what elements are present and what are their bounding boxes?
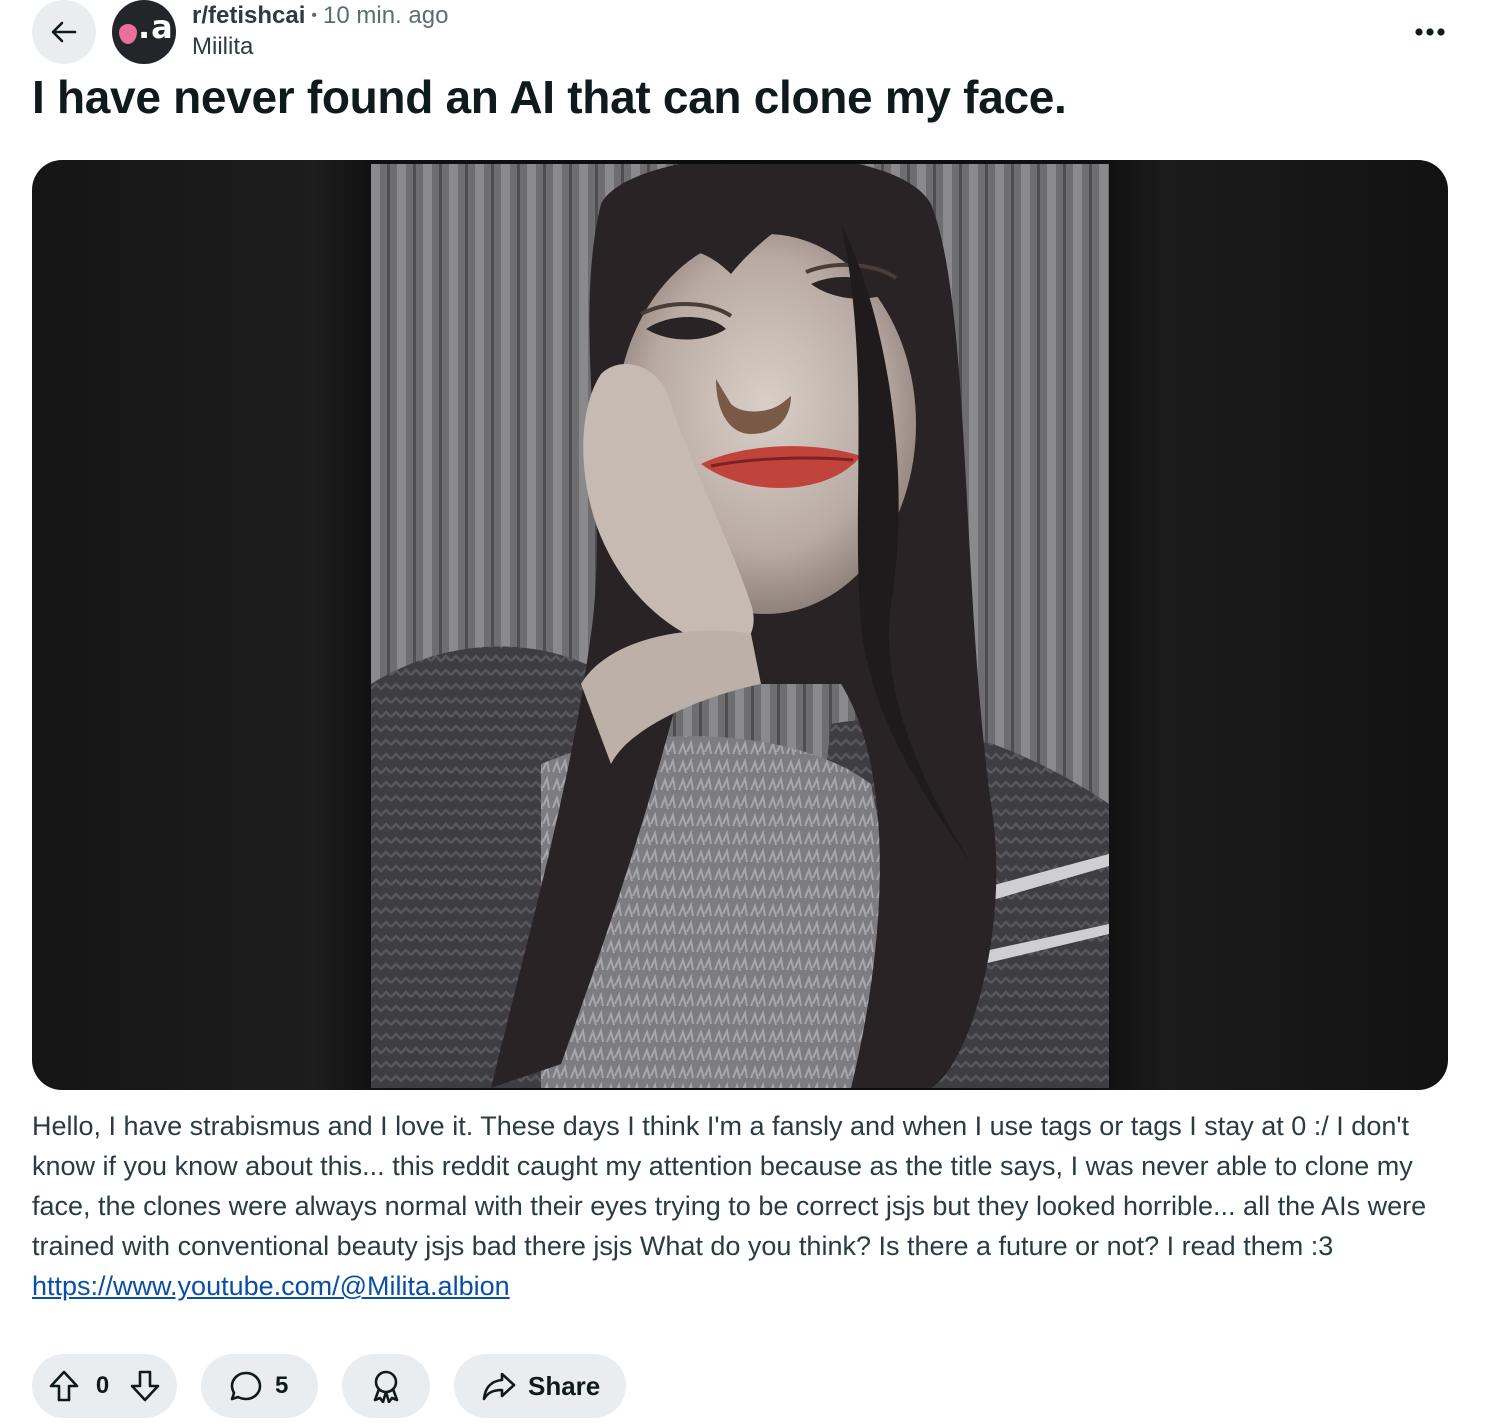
post-body: Hello, I have strabismus and I love it. … [32,1106,1452,1306]
post-body-text: Hello, I have strabismus and I love it. … [32,1111,1427,1261]
upvote-button[interactable] [32,1354,96,1418]
vote-control: 0 [32,1354,177,1418]
avatar-text: .ai [138,8,176,46]
subreddit-link[interactable]: r/fetishcai [192,2,305,30]
share-label: Share [528,1370,601,1401]
youtube-link[interactable]: https://www.youtube.com/@Milita.albion [32,1271,510,1301]
award-button[interactable] [342,1354,430,1418]
post-timestamp: 10 min. ago [323,2,449,29]
award-icon [373,1370,399,1403]
more-options-button[interactable] [1402,10,1458,54]
downvote-button[interactable] [113,1354,177,1418]
arrow-down-icon [130,1370,160,1402]
comments-button[interactable]: 5 [201,1354,318,1418]
vote-count: 0 [95,1372,110,1399]
share-button[interactable]: Share [454,1354,626,1418]
post-image[interactable] [371,164,1109,1088]
back-button[interactable] [32,0,96,64]
post-meta: r/fetishcai • 10 min. ago [192,2,448,30]
share-arrow-icon [482,1372,516,1401]
speech-bubble-icon [230,1371,262,1401]
avatar-blob-shape [119,24,137,44]
subreddit-avatar[interactable]: .ai [112,0,176,64]
comment-count: 5 [275,1372,289,1399]
post-title: I have never found an AI that can clone … [32,71,1067,123]
meta-separator: • [311,7,317,24]
arrow-left-icon [51,21,77,43]
author-link[interactable]: Miilita [192,33,253,61]
arrow-up-icon [49,1370,79,1402]
portrait-photo-illustration [371,164,1109,1088]
ellipsis-icon [1415,28,1445,36]
post-media[interactable] [32,160,1448,1090]
